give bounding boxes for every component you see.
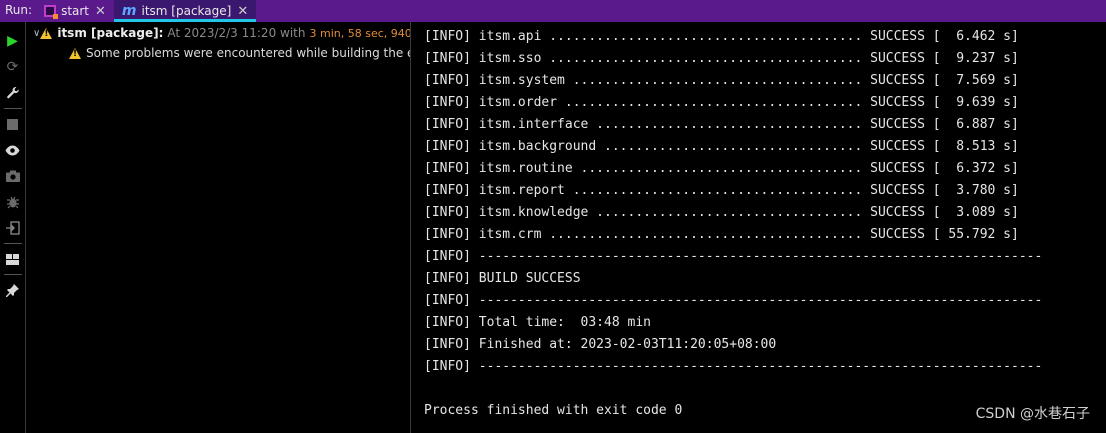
console-line: [INFO] itsm.crm ........................… (424, 227, 1019, 242)
watermark: CSDN @水巷石子 (975, 406, 1090, 422)
console-line: [INFO] BUILD SUCCESS (424, 271, 581, 286)
exit-icon[interactable] (0, 215, 26, 241)
tree-root-name: itsm [package]: (57, 26, 164, 40)
console-line: [INFO] Finished at: 2023-02-03T11:20:05+… (424, 337, 777, 352)
console-line: [INFO] itsm.order ......................… (424, 95, 1019, 110)
run-toolbar: ▶ ⟳ (0, 22, 26, 433)
console-line: [INFO] itsm.system .....................… (424, 73, 1019, 88)
tab-start-label: start (61, 4, 90, 18)
console-line: [INFO] ---------------------------------… (424, 359, 1043, 374)
console-line: [INFO] itsm.background .................… (424, 139, 1019, 154)
tree-row-root[interactable]: ∨ itsm [package]: At 2023/2/3 11:20 with… (27, 23, 410, 43)
layout-icon[interactable] (0, 246, 26, 272)
console-line: [INFO] itsm.interface ..................… (424, 117, 1019, 132)
eye-icon[interactable] (0, 137, 26, 163)
rerun-icon[interactable]: ▶ (0, 28, 26, 54)
tree-child-message: Some problems were encountered while bui… (86, 46, 411, 60)
console-line: [INFO] ---------------------------------… (424, 249, 1043, 264)
console-line: [INFO] Total time: 03:48 min (424, 315, 651, 330)
toolbar-separator (3, 243, 22, 244)
tree-root-timestamp: At 2023/2/3 11:20 with (167, 26, 306, 40)
tree-row-child[interactable]: Some problems were encountered while bui… (27, 43, 410, 63)
camera-icon[interactable] (0, 163, 26, 189)
warning-icon (40, 27, 53, 39)
console-output[interactable]: [INFO] itsm.api ........................… (412, 22, 1106, 433)
run-config-icon (44, 5, 59, 19)
maven-icon: m (121, 3, 137, 19)
pin-icon[interactable] (0, 277, 26, 303)
console-line: [INFO] itsm.api ........................… (424, 29, 1019, 44)
console-line: [INFO] ---------------------------------… (424, 293, 1043, 308)
console-line: [INFO] itsm.knowledge ..................… (424, 205, 1019, 220)
tab-start[interactable]: start ✕ (36, 0, 114, 22)
toolbar-separator (3, 108, 22, 109)
console-line: [INFO] itsm.routine ....................… (424, 161, 1019, 176)
wrench-icon[interactable] (0, 80, 26, 106)
toolbar-separator (3, 274, 22, 275)
rerun-failed-icon[interactable]: ⟳ (0, 54, 26, 80)
tree-root-duration: 3 min, 58 sec, 940 ms (309, 26, 411, 40)
debug-icon[interactable] (0, 189, 26, 215)
close-icon[interactable]: ✕ (237, 4, 248, 19)
console-line: [INFO] itsm.sso ........................… (424, 51, 1019, 66)
run-tab-bar: Run: start ✕ m itsm [package] ✕ (0, 0, 1106, 22)
stop-icon[interactable] (0, 111, 26, 137)
console-line: [INFO] itsm.report .....................… (424, 183, 1019, 198)
close-icon[interactable]: ✕ (95, 4, 106, 19)
build-tree-panel: ∨ itsm [package]: At 2023/2/3 11:20 with… (27, 22, 411, 433)
warning-icon (69, 47, 81, 59)
chevron-down-icon[interactable]: ∨ (33, 28, 40, 39)
tab-itsm-package[interactable]: m itsm [package] ✕ (113, 0, 257, 22)
run-label: Run: (5, 3, 33, 17)
tab-itsm-package-label: itsm [package] (141, 4, 232, 18)
